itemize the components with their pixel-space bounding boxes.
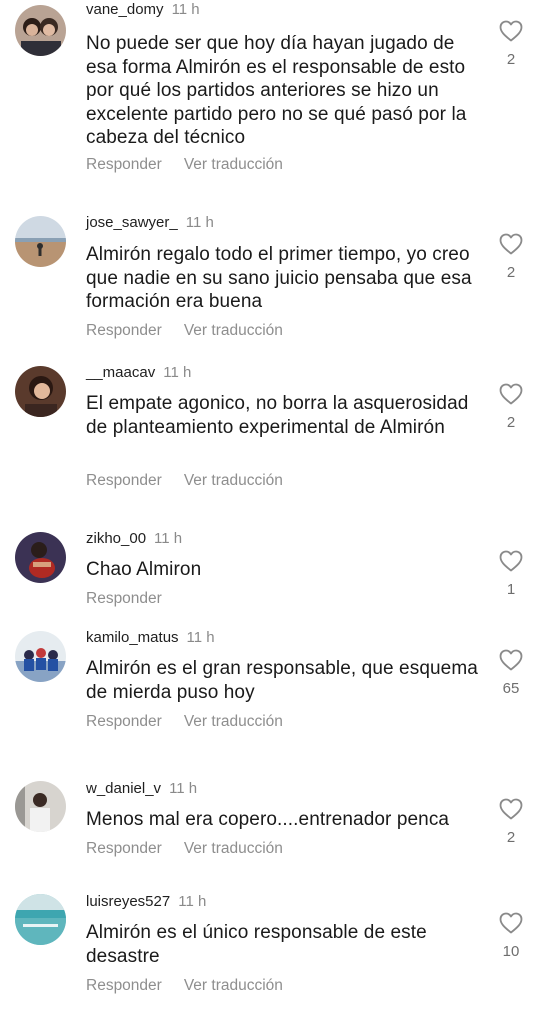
username[interactable]: jose_sawyer_ (86, 214, 178, 231)
comment-header: kamilo_matus 11 h (86, 629, 215, 647)
heart-outline-icon (499, 383, 523, 405)
timestamp: 11 h (185, 214, 214, 231)
like-count: 1 (506, 581, 516, 598)
username[interactable]: kamilo_matus (86, 629, 179, 646)
timestamp: 11 h (169, 780, 198, 797)
like-button[interactable]: 2 (496, 233, 526, 281)
translate-button[interactable]: Ver traducción (184, 840, 283, 857)
reply-button[interactable]: Responder (86, 156, 162, 173)
like-button[interactable]: 10 (496, 912, 526, 960)
translate-button[interactable]: Ver traducción (184, 472, 283, 489)
avatar[interactable] (15, 894, 66, 945)
translate-button[interactable]: Ver traducción (184, 322, 283, 339)
comment-header: zikho_00 11 h (86, 530, 182, 548)
timestamp: 11 h (163, 364, 192, 381)
comment-header: w_daniel_v 11 h (86, 780, 197, 798)
like-button[interactable]: 1 (496, 550, 526, 598)
heart-outline-icon (499, 20, 523, 42)
heart-outline-icon (499, 912, 523, 934)
like-count: 2 (506, 51, 516, 68)
comment-actions: Responder Ver traducción (86, 713, 283, 731)
reply-button[interactable]: Responder (86, 590, 162, 607)
reply-button[interactable]: Responder (86, 472, 162, 489)
like-button[interactable]: 2 (496, 383, 526, 431)
like-count: 2 (506, 829, 516, 846)
comment-text: Almirón regalo todo el primer tiempo, yo… (86, 244, 472, 312)
comment-text: Almirón es el gran responsable, que esqu… (86, 658, 478, 703)
avatar[interactable] (15, 366, 66, 417)
comment-actions: Responder Ver traducción (86, 840, 283, 858)
comment-text: Chao Almiron (86, 559, 202, 580)
comment-text: Menos mal era copero....entrenador penca (86, 809, 450, 830)
comment-text: El empate agonico, no borra la asquerosi… (86, 393, 469, 438)
username[interactable]: vane_domy (86, 1, 164, 18)
avatar[interactable] (15, 5, 66, 56)
comment-actions: Responder Ver traducción (86, 322, 283, 340)
reply-button[interactable]: Responder (86, 977, 162, 994)
comment-actions: Responder Ver traducción (86, 472, 283, 490)
username[interactable]: __maacav (86, 364, 155, 381)
translate-button[interactable]: Ver traducción (184, 713, 283, 730)
like-button[interactable]: 65 (496, 649, 526, 697)
heart-outline-icon (499, 550, 523, 572)
heart-outline-icon (499, 798, 523, 820)
comment-text: Almirón es el único responsable de este … (86, 922, 427, 967)
avatar[interactable] (15, 216, 66, 267)
comment-header: vane_domy 11 h (86, 1, 200, 19)
like-button[interactable]: 2 (496, 798, 526, 846)
reply-button[interactable]: Responder (86, 840, 162, 857)
like-count: 2 (506, 264, 516, 281)
like-count: 10 (502, 943, 520, 960)
avatar[interactable] (15, 631, 66, 682)
timestamp: 11 h (186, 629, 215, 646)
avatar[interactable] (15, 781, 66, 832)
timestamp: 11 h (178, 893, 207, 910)
username[interactable]: luisreyes527 (86, 893, 170, 910)
timestamp: 11 h (171, 1, 200, 18)
comment-header: __maacav 11 h (86, 364, 191, 382)
comment-actions: Responder (86, 590, 162, 608)
timestamp: 11 h (154, 530, 183, 547)
comment-actions: Responder Ver traducción (86, 977, 283, 995)
translate-button[interactable]: Ver traducción (184, 156, 283, 173)
avatar[interactable] (15, 532, 66, 583)
username[interactable]: zikho_00 (86, 530, 146, 547)
translate-button[interactable]: Ver traducción (184, 977, 283, 994)
comment-actions: Responder Ver traducción (86, 156, 283, 174)
comment-header: luisreyes527 11 h (86, 893, 206, 911)
reply-button[interactable]: Responder (86, 322, 162, 339)
heart-outline-icon (499, 649, 523, 671)
comment-header: jose_sawyer_ 11 h (86, 214, 214, 232)
heart-outline-icon (499, 233, 523, 255)
like-button[interactable]: 2 (496, 20, 526, 68)
like-count: 2 (506, 414, 516, 431)
username[interactable]: w_daniel_v (86, 780, 161, 797)
like-count: 65 (502, 680, 520, 697)
reply-button[interactable]: Responder (86, 713, 162, 730)
comment-text: No puede ser que hoy día hayan jugado de… (86, 33, 467, 148)
